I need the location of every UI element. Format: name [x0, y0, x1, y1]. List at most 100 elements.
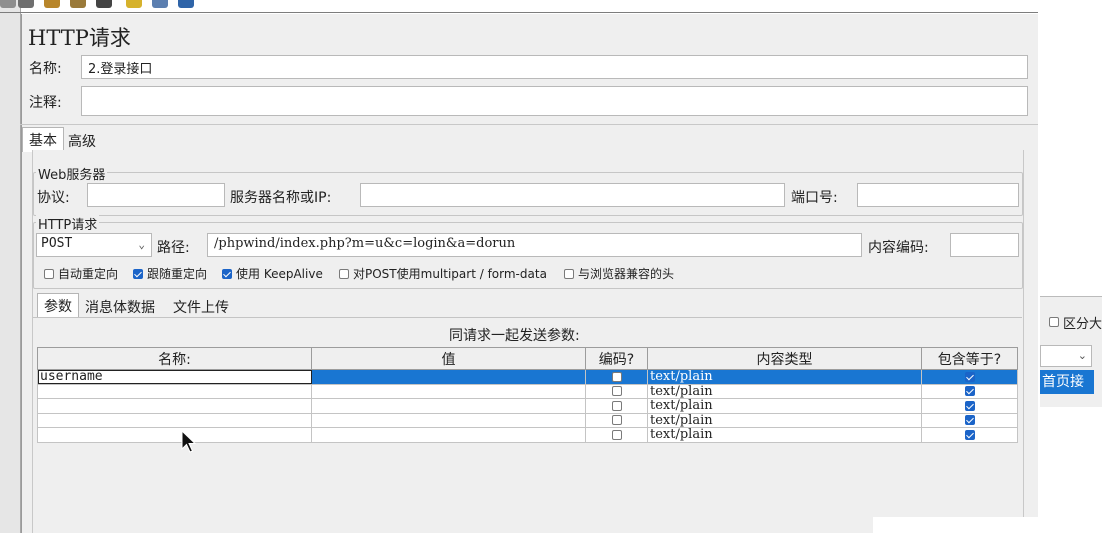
encoding-field[interactable]: [950, 233, 1019, 257]
keepalive-label: 使用 KeepAlive: [236, 267, 323, 281]
param-name-cell[interactable]: [37, 412, 312, 428]
name-field[interactable]: 2.登录接口: [81, 55, 1028, 79]
param-encode-cell[interactable]: [585, 427, 648, 443]
side-selected-item[interactable]: 首页接: [1040, 370, 1094, 394]
tab-file-upload[interactable]: 文件上传: [167, 295, 235, 319]
toolbar-function-icon[interactable]: [152, 0, 168, 8]
mouse-cursor-icon: [181, 430, 197, 453]
encode-checkbox[interactable]: [611, 371, 622, 382]
toolbar-clear-all-icon[interactable]: [70, 0, 86, 8]
column-header-encode[interactable]: 编码?: [585, 347, 648, 370]
param-content-type-cell[interactable]: text/plain: [647, 369, 922, 385]
params-table: 名称: 值 编码? 内容类型 包含等于? username text/plain…: [37, 347, 1018, 443]
bottom-overlay: [873, 517, 1039, 533]
encoding-label: 内容编码:: [868, 240, 929, 256]
browser-headers-label: 与浏览器兼容的头: [578, 267, 675, 281]
browser-headers-checkbox[interactable]: [564, 269, 574, 279]
side-checkbox[interactable]: [1049, 317, 1059, 327]
tab-body-data[interactable]: 消息体数据: [79, 295, 161, 319]
param-name-cell[interactable]: [37, 427, 312, 443]
include-equals-checkbox[interactable]: [964, 371, 975, 382]
param-include-equals-cell[interactable]: [921, 412, 1018, 428]
chevron-down-icon: ⌄: [138, 238, 145, 251]
param-value-cell[interactable]: [311, 427, 586, 443]
keepalive-checkbox[interactable]: [222, 269, 232, 279]
column-header-name[interactable]: 名称:: [37, 347, 312, 370]
comment-field[interactable]: [81, 86, 1028, 116]
table-row[interactable]: text/plain: [37, 398, 1018, 414]
tab-parameters[interactable]: 参数: [37, 293, 79, 318]
param-encode-cell[interactable]: [585, 383, 648, 399]
param-include-equals-cell[interactable]: [921, 398, 1018, 414]
table-row[interactable]: username text/plain: [37, 369, 1018, 385]
include-equals-checkbox[interactable]: [964, 386, 975, 397]
table-header-row: 名称: 值 编码? 内容类型 包含等于?: [37, 347, 1018, 370]
param-value-cell[interactable]: [311, 412, 586, 428]
encode-checkbox[interactable]: [611, 386, 622, 397]
column-header-content-type[interactable]: 内容类型: [647, 347, 922, 370]
auto-redirect-checkbox[interactable]: [44, 269, 54, 279]
param-content-type-cell[interactable]: text/plain: [647, 427, 922, 443]
toolbar-stop-icon[interactable]: [0, 0, 16, 8]
page-title: HTTP请求: [28, 26, 131, 50]
toolbar-clear-icon[interactable]: [44, 0, 60, 8]
table-row[interactable]: text/plain: [37, 383, 1018, 399]
name-label: 名称:: [29, 61, 62, 77]
side-checkbox-label: 区分大: [1063, 317, 1102, 332]
method-value: POST: [41, 236, 73, 251]
panel-divider: [20, 124, 1038, 125]
right-background: [1038, 0, 1102, 533]
param-name-cell[interactable]: username: [37, 369, 312, 385]
param-include-equals-cell[interactable]: [921, 383, 1018, 399]
comment-label: 注释:: [29, 95, 62, 111]
encode-checkbox[interactable]: [611, 415, 622, 426]
sub-tab-divider: [33, 317, 1022, 318]
param-encode-cell[interactable]: [585, 412, 648, 428]
method-select[interactable]: POST ⌄: [36, 233, 152, 257]
include-equals-checkbox[interactable]: [964, 400, 975, 411]
encode-checkbox[interactable]: [611, 400, 622, 411]
toolbar-shutdown-icon[interactable]: [18, 0, 34, 8]
left-tree-strip: [0, 0, 21, 533]
param-content-type-cell[interactable]: text/plain: [647, 398, 922, 414]
param-name-cell[interactable]: [37, 398, 312, 414]
include-equals-checkbox[interactable]: [964, 415, 975, 426]
toolbar-reset-icon[interactable]: [126, 0, 142, 8]
encode-checkbox[interactable]: [611, 429, 622, 440]
param-encode-cell[interactable]: [585, 369, 648, 385]
auto-redirect-label: 自动重定向: [58, 267, 119, 281]
multipart-label: 对POST使用multipart / form-data: [353, 267, 547, 281]
toolbar-border: [0, 12, 1038, 13]
toolbar-search-icon[interactable]: [96, 0, 112, 8]
path-label: 路径:: [157, 240, 190, 256]
follow-redirect-checkbox[interactable]: [133, 269, 143, 279]
column-header-include-equals[interactable]: 包含等于?: [921, 347, 1018, 370]
side-select[interactable]: ⌄: [1040, 345, 1092, 367]
protocol-label: 协议:: [37, 190, 70, 206]
column-header-value[interactable]: 值: [311, 347, 586, 370]
include-equals-checkbox[interactable]: [964, 429, 975, 440]
path-field[interactable]: /phpwind/index.php?m=u&c=login&a=dorun: [207, 233, 862, 257]
param-include-equals-cell[interactable]: [921, 369, 1018, 385]
follow-redirect-label: 跟随重定向: [147, 267, 208, 281]
param-value-cell[interactable]: [311, 369, 586, 385]
port-label: 端口号:: [791, 190, 838, 206]
param-value-cell[interactable]: [311, 383, 586, 399]
toolbar-help-icon[interactable]: [178, 0, 194, 8]
param-name-cell[interactable]: [37, 383, 312, 399]
tab-basic[interactable]: 基本: [22, 127, 64, 152]
protocol-field[interactable]: [87, 183, 225, 207]
param-encode-cell[interactable]: [585, 398, 648, 414]
toolbar: [0, 0, 210, 10]
param-value-cell[interactable]: [311, 398, 586, 414]
param-content-type-cell[interactable]: text/plain: [647, 383, 922, 399]
param-include-equals-cell[interactable]: [921, 427, 1018, 443]
multipart-checkbox[interactable]: [339, 269, 349, 279]
web-server-title: Web服务器: [36, 164, 108, 183]
http-request-title: HTTP请求: [36, 214, 100, 233]
server-field[interactable]: [360, 183, 785, 207]
table-row[interactable]: text/plain: [37, 412, 1018, 428]
port-field[interactable]: [857, 183, 1019, 207]
param-content-type-cell[interactable]: text/plain: [647, 412, 922, 428]
chevron-down-icon: ⌄: [1077, 349, 1087, 362]
